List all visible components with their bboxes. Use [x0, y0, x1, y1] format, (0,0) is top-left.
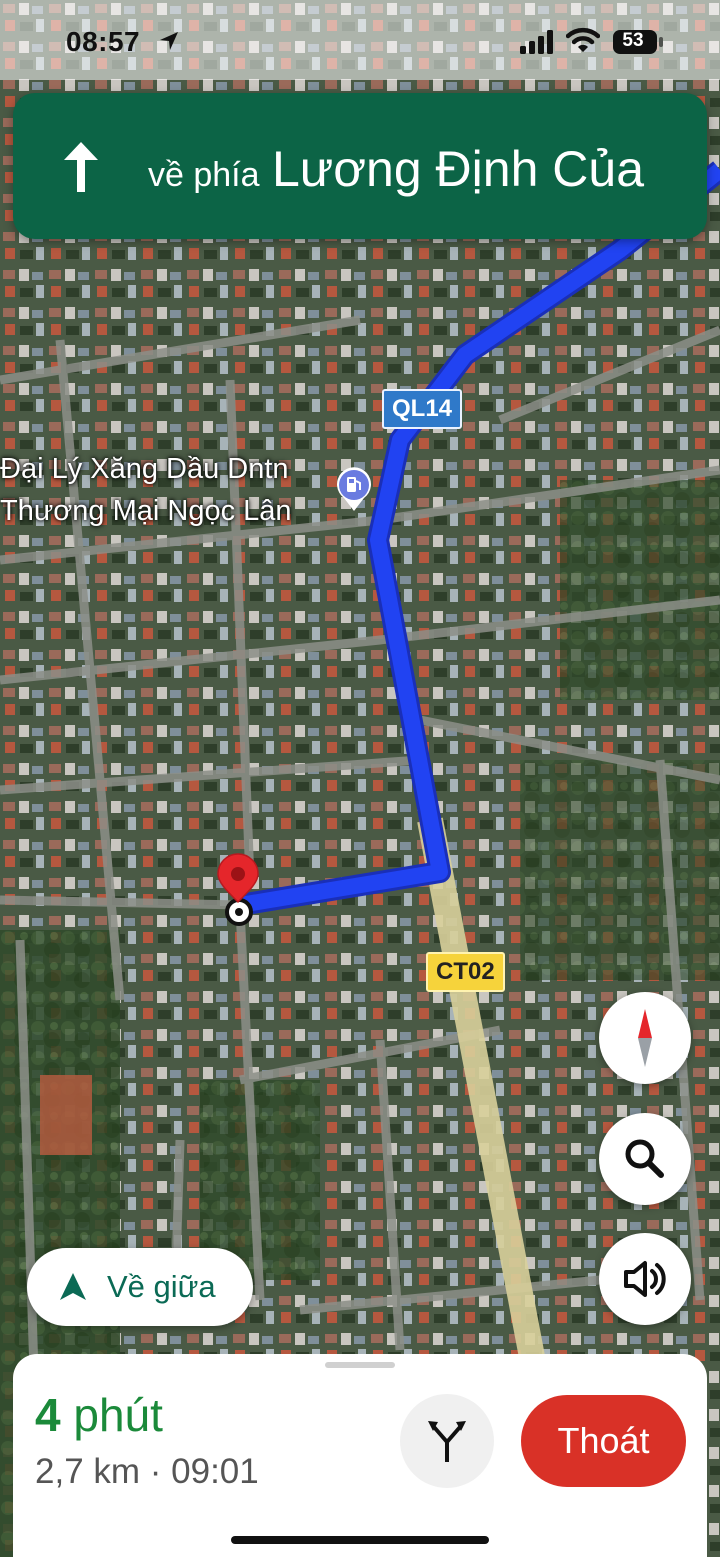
search-icon	[625, 1139, 664, 1178]
poi-label[interactable]: Đại Lý Xăng Dầu Dntn Thương Mại Ngọc Lân	[0, 448, 292, 532]
duration-unit: phút	[73, 1389, 163, 1441]
exit-navigation-button[interactable]: Thoát	[521, 1395, 686, 1487]
navigation-instruction-text: về phía Lương Định Của	[148, 140, 644, 198]
compass-icon	[638, 1009, 652, 1067]
arrow-up-icon	[64, 142, 98, 192]
navigation-arrow-icon	[60, 1273, 86, 1300]
road-label-ct02: CT02	[426, 952, 505, 992]
status-time: 08:57	[66, 26, 141, 57]
trip-distance-arrival: 2,7 km · 09:01	[35, 1452, 259, 1491]
recenter-label: Về giữa	[107, 1269, 216, 1304]
direction-prefix: về phía	[148, 156, 260, 194]
gas-station-icon[interactable]	[335, 467, 373, 513]
road-label-ql14: QL14	[382, 389, 463, 429]
home-indicator[interactable]	[231, 1536, 489, 1544]
sheet-drag-handle[interactable]	[325, 1362, 395, 1368]
recenter-button[interactable]: Về giữa	[27, 1248, 253, 1326]
cellular-signal-icon	[520, 30, 553, 54]
alternate-routes-button[interactable]	[400, 1394, 494, 1488]
poi-name-line1: Đại Lý Xăng Dầu Dntn	[0, 453, 289, 485]
compass-button[interactable]	[599, 992, 691, 1084]
location-arrow-icon	[160, 32, 178, 50]
battery-level: 53	[622, 30, 644, 51]
wifi-icon	[566, 27, 600, 52]
trip-duration: 4 phút	[35, 1388, 163, 1442]
sound-button[interactable]	[599, 1233, 691, 1325]
trip-summary-sheet[interactable]: 4 phút 2,7 km · 09:01 Thoát	[13, 1354, 707, 1557]
alt-routes-icon	[428, 1421, 466, 1462]
volume-icon	[624, 1261, 666, 1297]
duration-value: 4	[35, 1389, 61, 1441]
search-button[interactable]	[599, 1113, 691, 1205]
poi-name-line2: Thương Mại Ngọc Lân	[0, 495, 292, 527]
street-name: Lương Định Của	[271, 141, 645, 197]
